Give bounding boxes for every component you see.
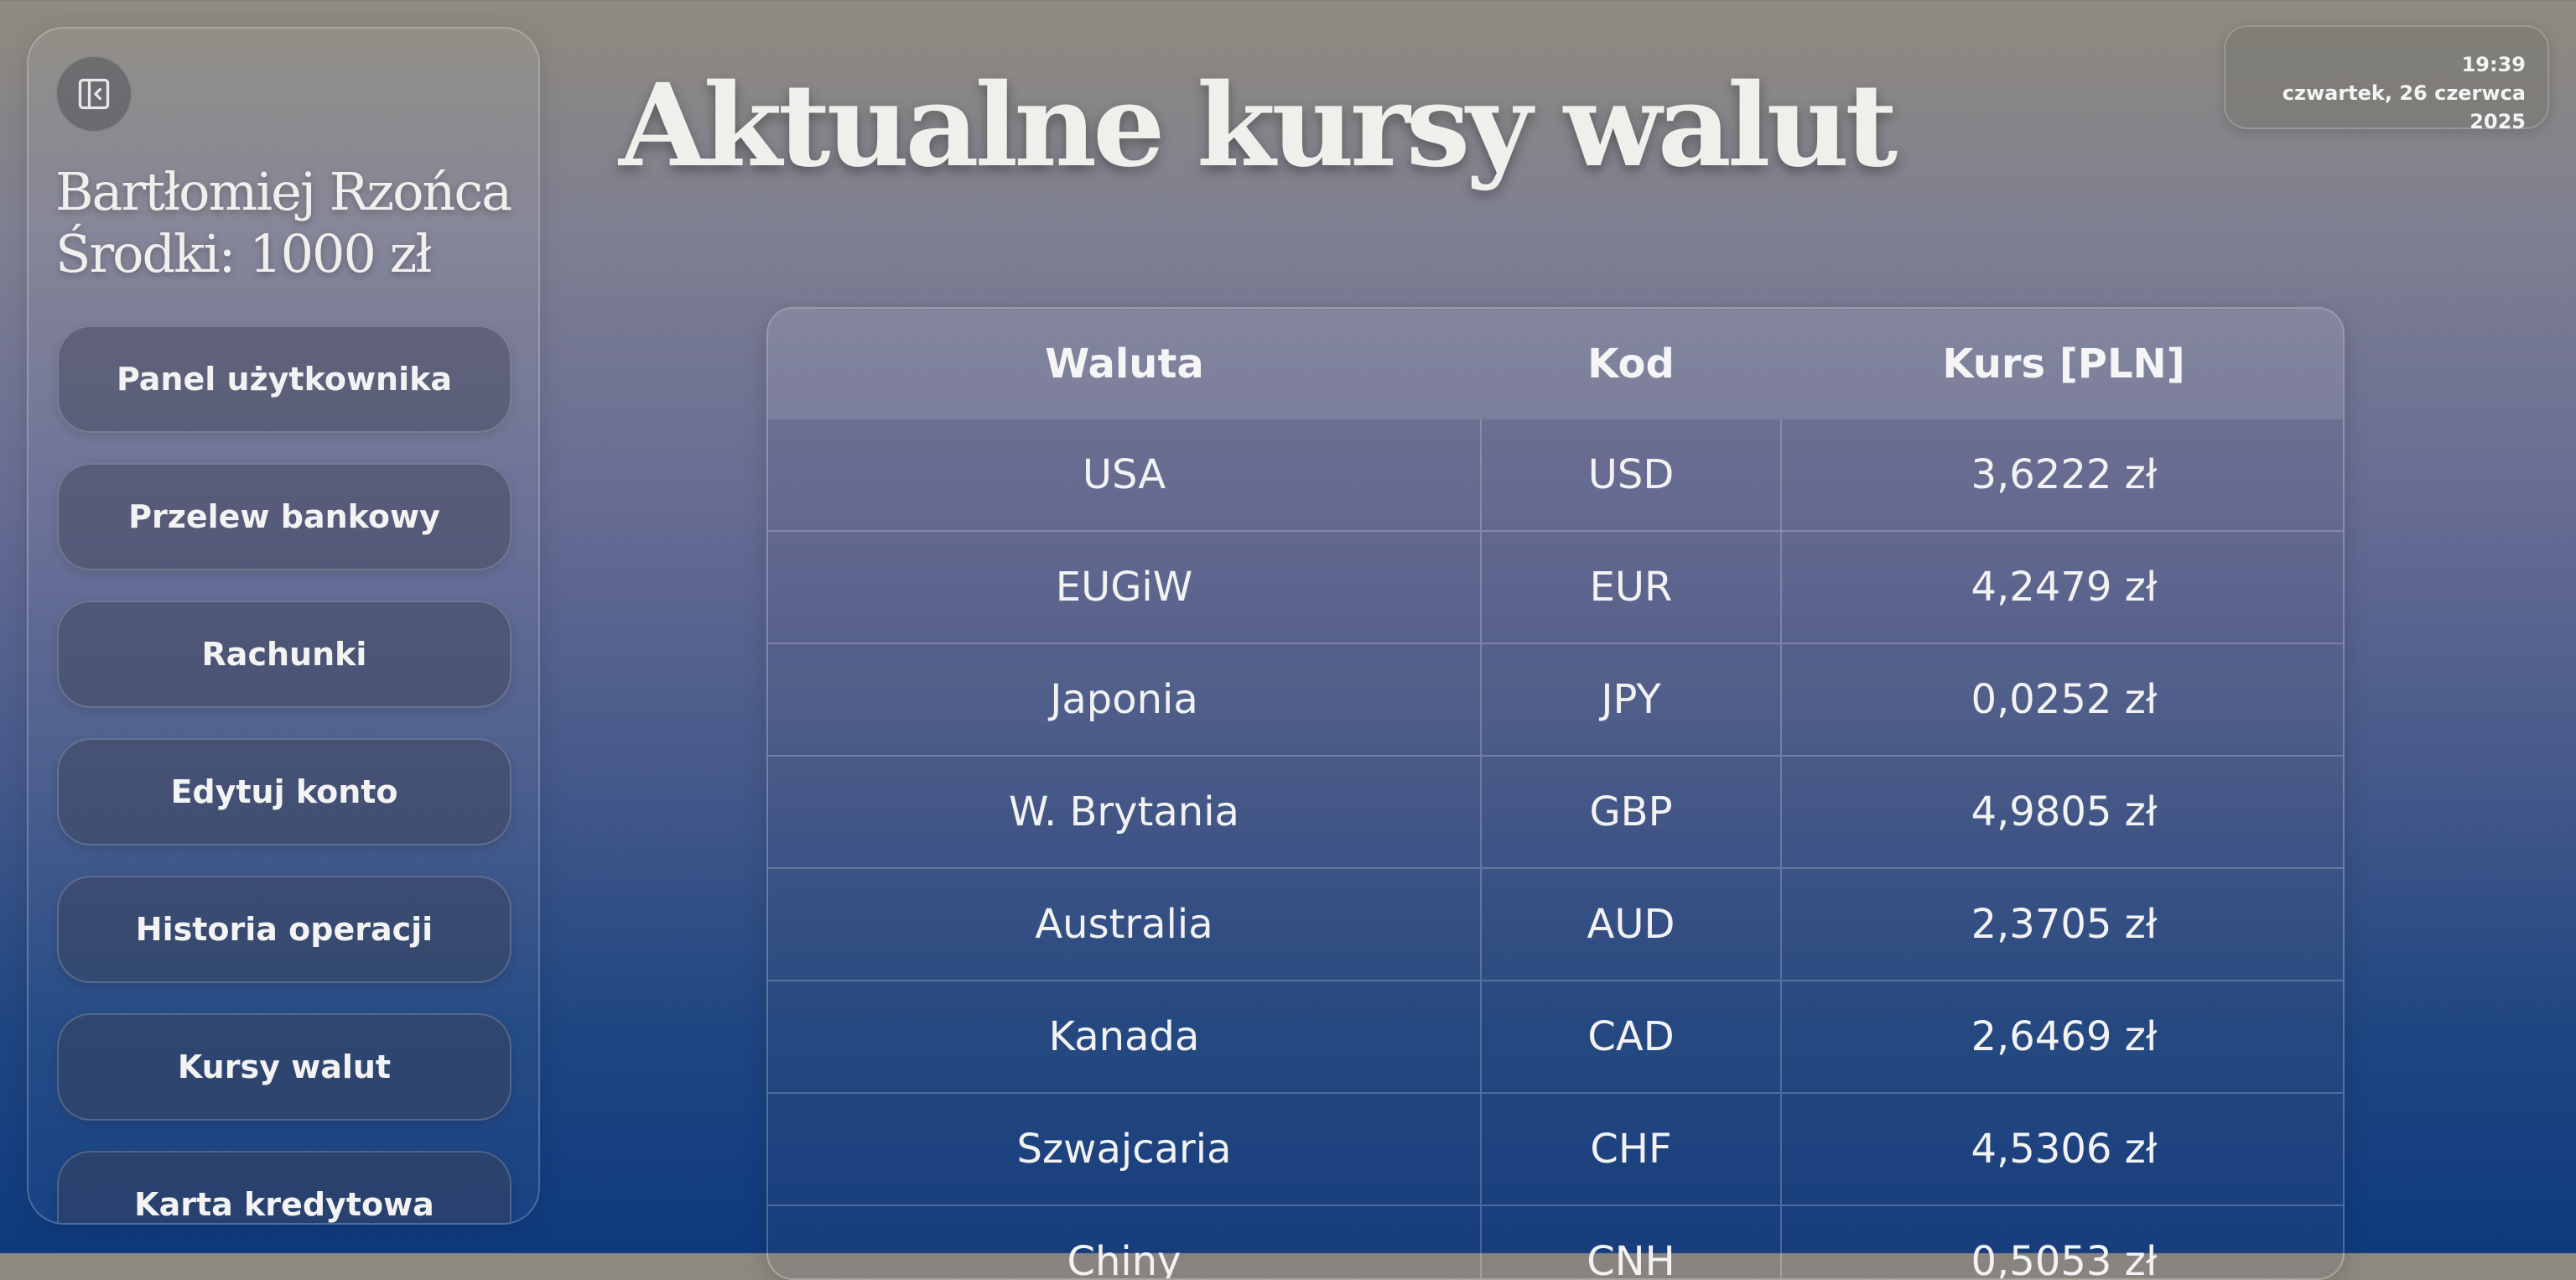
account-balance: Środki: 1000 zł (55, 223, 432, 284)
currency-code-cell: JPY (1480, 643, 1781, 756)
exchange-rates-table: Waluta Kod Kurs [PLN] USA USD 3,6222 zł … (766, 307, 2345, 1280)
nav-credit-card-button[interactable]: Karta kredytowa (57, 1151, 512, 1223)
column-header-rate: Kurs [PLN] (1781, 309, 2343, 419)
currency-code-cell: CNH (1480, 1205, 1781, 1278)
currency-code-cell: GBP (1480, 755, 1781, 868)
user-name: Bartłomiej Rzońca (55, 161, 512, 222)
table-row: W. Brytania GBP 4,9805 zł (768, 755, 2343, 868)
currency-code-cell: CHF (1480, 1092, 1781, 1205)
currency-code-cell: USD (1480, 419, 1781, 531)
nav-exchange-rates-button[interactable]: Kursy walut (57, 1013, 512, 1121)
clock-time: 19:39 (2461, 53, 2526, 76)
currency-rate-cell: 4,5306 zł (1780, 1092, 2343, 1205)
column-header-code: Kod (1481, 309, 1781, 419)
currency-rate-cell: 4,2479 zł (1780, 530, 2343, 643)
currency-rate-cell: 0,5053 zł (1780, 1205, 2343, 1278)
sidebar-collapse-icon (78, 78, 110, 110)
table-row: Australia AUD 2,3705 zł (768, 867, 2343, 981)
table-row: Chiny CNH 0,5053 zł (768, 1205, 2343, 1278)
currency-name-cell: EUGiW (768, 530, 1481, 643)
currency-rate-cell: 2,6469 zł (1780, 980, 2343, 1093)
currency-rate-cell: 2,3705 zł (1780, 867, 2343, 981)
currency-name-cell: Japonia (768, 643, 1481, 756)
column-header-currency: Waluta (768, 309, 1481, 419)
table-row: Japonia JPY 0,0252 zł (768, 643, 2343, 756)
sidebar-toggle-button[interactable] (55, 55, 132, 133)
table-row: USA USD 3,6222 zł (768, 419, 2343, 531)
table-row: Kanada CAD 2,6469 zł (768, 980, 2343, 1093)
clock-widget: 19:39 czwartek, 26 czerwca 2025 (2224, 25, 2549, 133)
currency-name-cell: Chiny (768, 1205, 1481, 1278)
table-row: Szwajcaria CHF 4,5306 zł (768, 1092, 2343, 1205)
currency-name-cell: Kanada (768, 980, 1481, 1093)
currency-rate-cell: 4,9805 zł (1780, 755, 2343, 868)
currency-name-cell: Australia (768, 867, 1481, 981)
currency-name-cell: W. Brytania (768, 755, 1481, 868)
currency-name-cell: Szwajcaria (768, 1092, 1481, 1205)
user-info: Bartłomiej Rzońca Środki: 1000 zł (55, 161, 525, 285)
currency-rate-cell: 3,6222 zł (1780, 419, 2343, 531)
currency-code-cell: CAD (1480, 980, 1781, 1093)
currency-code-cell: EUR (1480, 530, 1781, 643)
currency-code-cell: AUD (1480, 867, 1781, 981)
nav-bank-transfer-button[interactable]: Przelew bankowy (57, 463, 512, 570)
nav-bills-button[interactable]: Rachunki (57, 601, 512, 708)
sidebar: Bartłomiej Rzońca Środki: 1000 zł Panel … (27, 27, 540, 1225)
nav-operation-history-button[interactable]: Historia operacji (57, 876, 512, 983)
table-row: EUGiW EUR 4,2479 zł (768, 530, 2343, 643)
currency-rate-cell: 0,0252 zł (1780, 643, 2343, 756)
currency-name-cell: USA (768, 419, 1481, 531)
table-header-row: Waluta Kod Kurs [PLN] (768, 309, 2343, 419)
nav-edit-account-button[interactable]: Edytuj konto (57, 738, 512, 846)
page-title: Aktualne kursy walut (619, 59, 1898, 193)
clock-date: czwartek, 26 czerwca 2025 (2282, 81, 2526, 133)
nav-user-panel-button[interactable]: Panel użytkownika (57, 325, 512, 433)
